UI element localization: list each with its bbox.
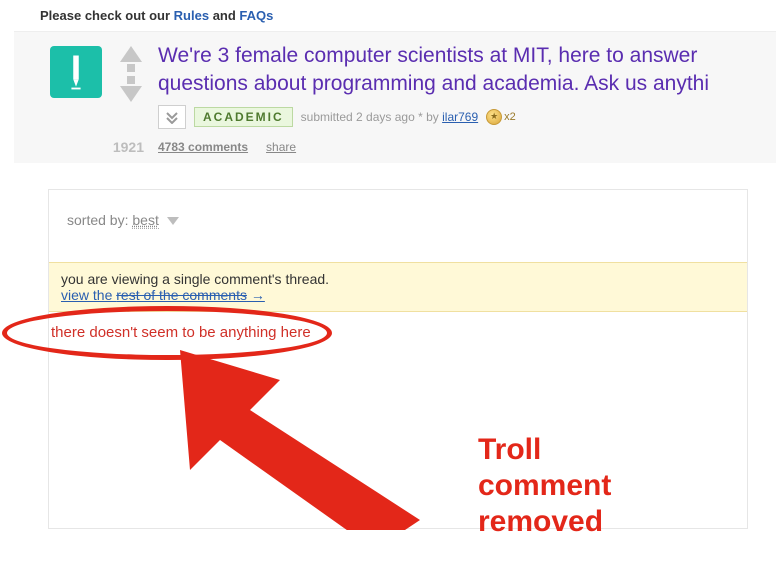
comments-panel: sorted by: best you are viewing a single… [48,189,748,529]
faqs-link[interactable]: FAQs [239,8,273,23]
top-notice: Please check out our Rules and FAQs [0,0,776,25]
sort-label: sorted by: [67,212,132,228]
chevron-down-icon [165,110,179,124]
post-bottom-row: 1921 4783 comments share [14,139,776,155]
submitted-text: submitted 2 days ago * by ilar769 [301,110,478,124]
post-tagline: ACADEMIC submitted 2 days ago * by ilar7… [158,105,776,129]
share-link[interactable]: share [266,140,296,154]
empty-message: there doesn't seem to be anything here [51,324,311,341]
author-link[interactable]: ilar769 [442,110,478,124]
downvote-button[interactable] [114,76,148,104]
rules-link[interactable]: Rules [174,8,209,23]
chevron-down-icon [167,217,179,225]
infobar-line1: you are viewing a single comment's threa… [61,271,735,287]
sort-select[interactable]: best [132,212,158,229]
notice-prefix: Please check out our [40,8,174,23]
post-title[interactable]: We're 3 female computer scientists at MI… [158,44,709,95]
upvote-button[interactable] [114,44,148,72]
post-score: 1921 [14,139,158,155]
text-post-icon [65,53,87,91]
gild-count: x2 [504,111,516,123]
sort-bar: sorted by: best [49,190,747,238]
post-flair[interactable]: ACADEMIC [194,107,293,127]
gold-icon: ★ [486,109,502,125]
post-thumbnail[interactable] [50,46,102,98]
post: We're 3 female computer scientists at MI… [14,31,776,163]
single-thread-infobar: you are viewing a single comment's threa… [49,262,747,312]
gild-badge[interactable]: ★ x2 [486,109,516,125]
expand-button[interactable] [158,105,186,129]
comments-link[interactable]: 4783 comments [158,140,248,154]
view-rest-link[interactable]: view the rest of the comments → [61,287,265,303]
vote-column [114,44,148,104]
